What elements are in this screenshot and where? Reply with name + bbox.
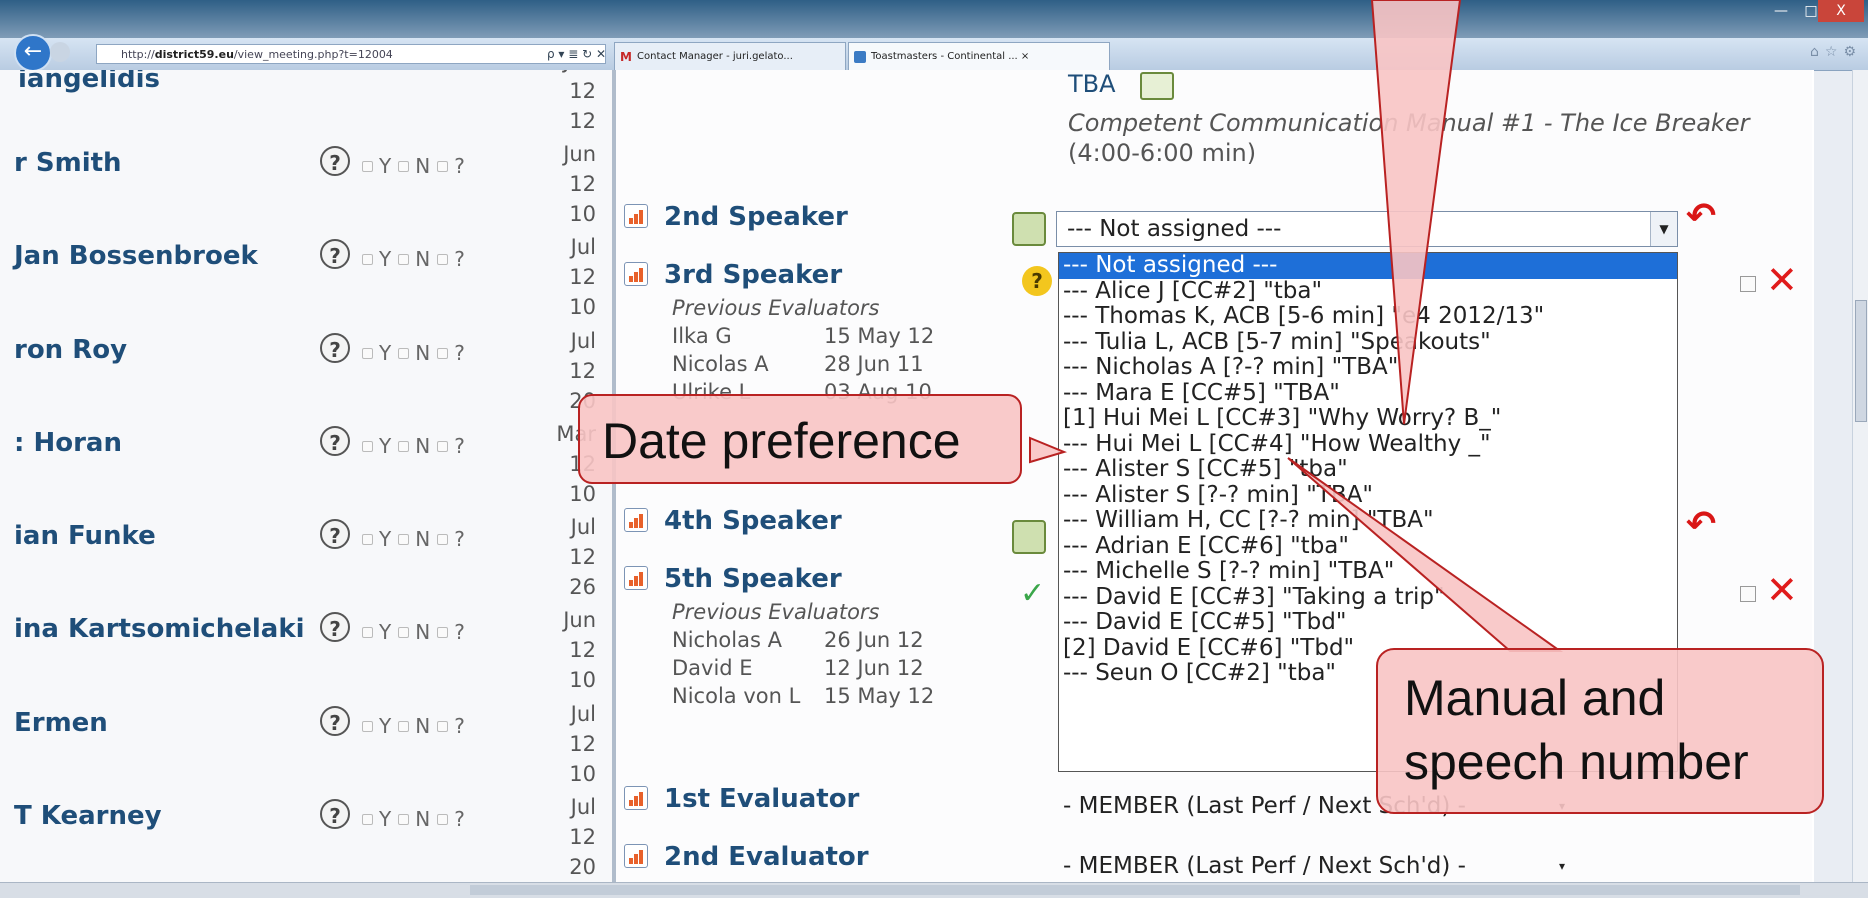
date-pointer — [1029, 436, 1068, 464]
callout-manual-speech: Manual and speech number — [1376, 648, 1824, 814]
top-pointer — [1370, 0, 1462, 425]
callout-date-preference: Date preference — [578, 394, 1022, 484]
callout-text: Manual and speech number — [1404, 670, 1749, 790]
manual-pointer — [1287, 457, 1564, 652]
callout-text: Date preference — [602, 413, 961, 469]
